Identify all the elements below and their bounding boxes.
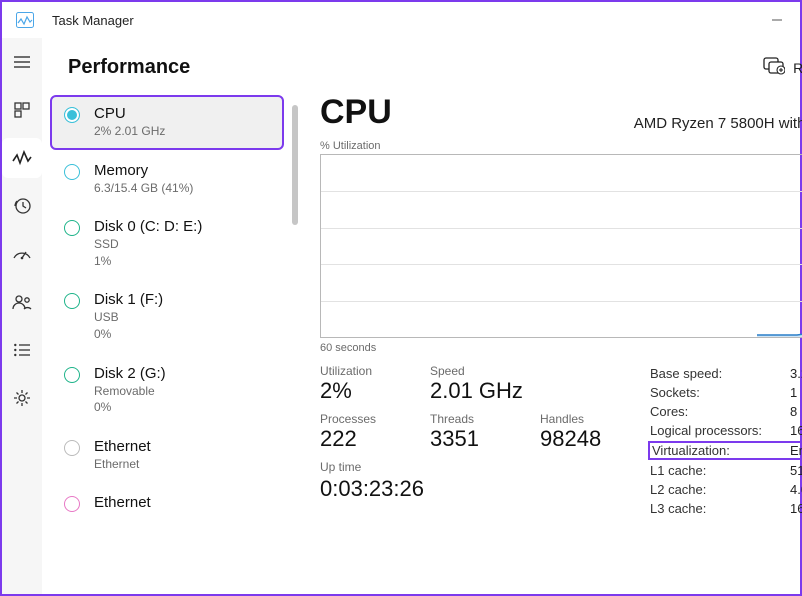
spec-key: Logical processors: — [650, 423, 790, 438]
resource-name: CPU — [94, 105, 165, 123]
nav-performance[interactable] — [2, 138, 42, 178]
resource-item-disk[interactable]: Disk 1 (F:)USB0% — [50, 281, 284, 352]
status-dot — [64, 107, 80, 123]
resource-item-disk[interactable]: Disk 2 (G:)Removable0% — [50, 355, 284, 426]
resource-sub: Removable — [94, 384, 166, 400]
spec-key: L2 cache: — [650, 482, 790, 497]
run-new-task-button[interactable]: Run new ta — [763, 57, 802, 78]
hamburger-icon[interactable] — [2, 42, 42, 82]
resource-item-ethernet[interactable]: Ethernet — [50, 484, 284, 522]
cpu-model-name: AMD Ryzen 7 5800H with Radeon G — [634, 115, 802, 132]
utilization-label: Utilization — [320, 364, 430, 378]
threads-label: Threads — [430, 412, 540, 426]
titlebar: Task Manager — [2, 2, 800, 38]
resource-name: Ethernet — [94, 494, 151, 512]
detail-panel: CPU AMD Ryzen 7 5800H with Radeon G % Ut… — [300, 89, 802, 594]
chart-top-label: % Utilization — [320, 140, 802, 152]
spec-key: Cores: — [650, 404, 790, 419]
chart-bottom-label: 60 seconds — [320, 342, 802, 354]
nav-users[interactable] — [2, 282, 42, 322]
resource-item-disk[interactable]: Disk 0 (C: D: E:)SSD1% — [50, 208, 284, 279]
spec-key: L3 cache: — [650, 501, 790, 516]
status-dot — [64, 496, 80, 512]
resource-sub: 6.3/15.4 GB (41%) — [94, 181, 193, 197]
status-dot — [64, 164, 80, 180]
run-new-task-label: Run new ta — [793, 60, 802, 76]
nav-processes[interactable] — [2, 90, 42, 130]
spec-value: 512 KB — [790, 463, 802, 478]
resource-sub: USB — [94, 310, 163, 326]
status-dot — [64, 293, 80, 309]
status-dot — [64, 440, 80, 456]
resource-name: Disk 1 (F:) — [94, 291, 163, 309]
detail-title: CPU — [320, 93, 392, 132]
handles-label: Handles — [540, 412, 650, 426]
resource-sub: 2% 2.01 GHz — [94, 124, 165, 140]
list-scrollbar[interactable] — [292, 99, 300, 584]
resource-sub: Ethernet — [94, 457, 151, 473]
threads-value: 3351 — [430, 426, 540, 452]
nav-app-history[interactable] — [2, 186, 42, 226]
spec-row: Sockets:1 — [650, 383, 802, 402]
scrollbar-thumb[interactable] — [292, 105, 298, 225]
spec-value: 4.0 MB — [790, 482, 802, 497]
resource-sub2: 0% — [94, 400, 166, 416]
resource-name: Disk 0 (C: D: E:) — [94, 218, 202, 236]
resource-name: Ethernet — [94, 438, 151, 456]
spec-row: Cores:8 — [650, 402, 802, 421]
uptime-label: Up time — [320, 460, 650, 474]
resource-sub2: 1% — [94, 254, 202, 270]
window-title: Task Manager — [52, 13, 134, 28]
resource-name: Disk 2 (G:) — [94, 365, 166, 383]
handles-value: 98248 — [540, 426, 650, 452]
resource-sub2: 0% — [94, 327, 163, 343]
cpu-specs: Base speed:3.20 GHzSockets:1Cores:8Logic… — [650, 364, 802, 518]
speed-value: 2.01 GHz — [430, 378, 540, 404]
spec-value: 8 — [790, 404, 802, 419]
spec-key: L1 cache: — [650, 463, 790, 478]
spec-row: Logical processors:16 — [650, 421, 802, 440]
spec-row: L2 cache:4.0 MB — [650, 480, 802, 499]
spec-value: 3.20 GHz — [790, 366, 802, 381]
status-dot — [64, 220, 80, 236]
spec-row: L3 cache:16.0 MB — [650, 499, 802, 518]
nav-settings[interactable] — [2, 378, 42, 418]
resource-sub: SSD — [94, 237, 202, 253]
spec-value: 1 — [790, 385, 802, 400]
nav-startup[interactable] — [2, 234, 42, 274]
status-dot — [64, 367, 80, 383]
utilization-chart[interactable] — [320, 154, 802, 338]
spec-value: Enabled — [790, 443, 802, 458]
run-task-icon — [763, 57, 785, 78]
spec-value: 16.0 MB — [790, 501, 802, 516]
resource-item-memory[interactable]: Memory6.3/15.4 GB (41%) — [50, 152, 284, 207]
speed-label: Speed — [430, 364, 540, 378]
processes-label: Processes — [320, 412, 430, 426]
nav-details[interactable] — [2, 330, 42, 370]
resource-list: CPU2% 2.01 GHzMemory6.3/15.4 GB (41%)Dis… — [50, 89, 284, 594]
spec-value: 16 — [790, 423, 802, 438]
resource-name: Memory — [94, 162, 193, 180]
app-icon — [16, 12, 34, 28]
nav-rail — [2, 38, 42, 594]
spec-row: Base speed:3.20 GHz — [650, 364, 802, 383]
spec-row: Virtualization:Enabled — [648, 441, 802, 460]
page-header: Performance Run new ta — [42, 38, 802, 89]
spec-key: Sockets: — [650, 385, 790, 400]
resource-item-cpu[interactable]: CPU2% 2.01 GHz — [50, 95, 284, 150]
spec-row: L1 cache:512 KB — [650, 461, 802, 480]
spec-key: Virtualization: — [650, 443, 790, 458]
resource-item-ethernet[interactable]: EthernetEthernet — [50, 428, 284, 483]
minimize-button[interactable] — [754, 2, 800, 38]
processes-value: 222 — [320, 426, 430, 452]
utilization-value: 2% — [320, 378, 430, 404]
spec-key: Base speed: — [650, 366, 790, 381]
page-title: Performance — [68, 56, 190, 79]
uptime-value: 0:03:23:26 — [320, 476, 650, 502]
